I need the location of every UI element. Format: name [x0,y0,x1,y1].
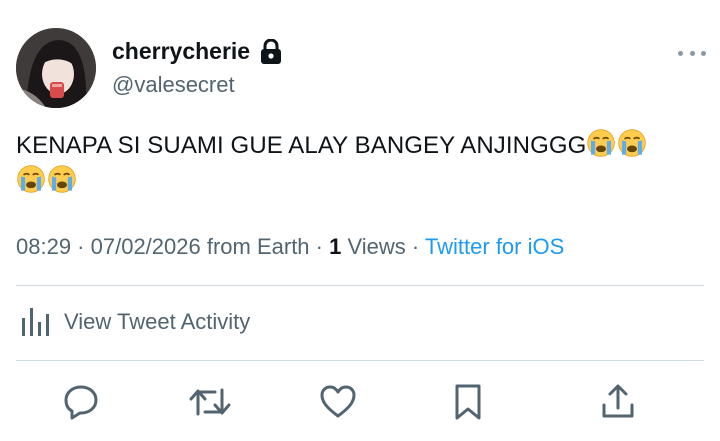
user-handle[interactable]: @valesecret [112,72,235,98]
meta-separator: · [71,234,91,259]
tweet-text-content: KENAPA SI SUAMI GUE ALAY BANGEY ANJINGGG [16,132,587,159]
tweet-text: KENAPA SI SUAMI GUE ALAY BANGEY ANJINGGG [16,128,706,200]
retweet-button[interactable] [188,380,232,424]
heart-icon [320,385,356,418]
bookmark-icon [455,384,481,420]
tweet-meta: 08:29 · 07/02/2026 from Earth · 1 Views … [16,234,564,260]
meta-separator: · [405,234,425,259]
divider [16,285,704,286]
retweet-icon [189,388,231,416]
tweet-location: from Earth [200,234,310,259]
divider [16,360,704,361]
views-count: 1 [329,234,342,259]
more-options-icon[interactable] [678,46,706,60]
view-tweet-activity-label: View Tweet Activity [64,309,251,334]
avatar[interactable] [16,28,96,108]
tweet-time[interactable]: 08:29 [16,234,71,259]
tweet-source-link[interactable]: Twitter for iOS [425,234,564,259]
tweet-date[interactable]: 07/02/2026 [91,234,201,259]
share-button[interactable] [596,380,640,424]
loudly-crying-face-icon [17,165,45,193]
loudly-crying-face-icon [618,129,647,157]
loudly-crying-face-icon [48,165,76,193]
display-name[interactable]: cherrycherie [112,37,284,65]
view-tweet-activity-button[interactable]: View Tweet Activity [20,306,250,338]
views-label: Views [341,234,406,259]
profile-photo [16,28,96,108]
like-button[interactable] [316,380,360,424]
lock-icon [260,37,284,65]
loudly-crying-face-icon [587,129,616,157]
reply-button[interactable] [59,380,103,424]
share-icon [602,384,634,418]
bar-chart-icon [22,308,49,336]
bookmark-button[interactable] [446,380,490,424]
display-name-text: cherrycherie [112,38,251,64]
meta-separator: · [309,234,330,259]
reply-icon [64,385,98,420]
